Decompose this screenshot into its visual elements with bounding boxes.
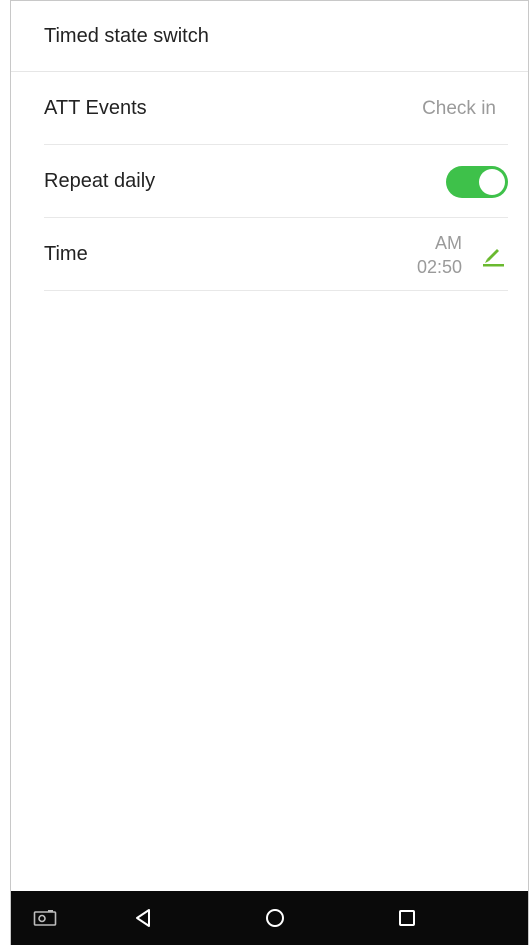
page-header: Timed state switch: [11, 1, 528, 72]
time-clock: 02:50: [416, 256, 462, 277]
screenshot-icon[interactable]: [25, 891, 65, 945]
time-label: Time: [44, 243, 88, 265]
repeat-daily-toggle[interactable]: [446, 165, 508, 198]
page-title: Timed state switch: [44, 24, 209, 47]
time-value-group: AM 02:50: [417, 231, 508, 279]
time-row[interactable]: Time AM 02:50: [44, 219, 508, 291]
recents-icon[interactable]: [387, 891, 427, 945]
time-period: AM: [435, 232, 462, 253]
time-value: AM 02:50: [417, 231, 462, 279]
repeat-daily-label: Repeat daily: [44, 170, 156, 192]
home-icon[interactable]: [255, 891, 295, 945]
att-events-row[interactable]: ATT Events Check in: [44, 73, 508, 145]
back-icon[interactable]: [123, 891, 163, 945]
att-events-label: ATT Events: [44, 97, 147, 119]
repeat-daily-row: Repeat daily: [44, 146, 508, 218]
att-events-value: Check in: [422, 97, 496, 119]
system-navigation-bar: [11, 891, 528, 945]
screen: Timed state switch ATT Events Check in R…: [10, 0, 529, 945]
pencil-edit-icon[interactable]: [478, 240, 508, 270]
toggle-knob: [479, 168, 505, 195]
